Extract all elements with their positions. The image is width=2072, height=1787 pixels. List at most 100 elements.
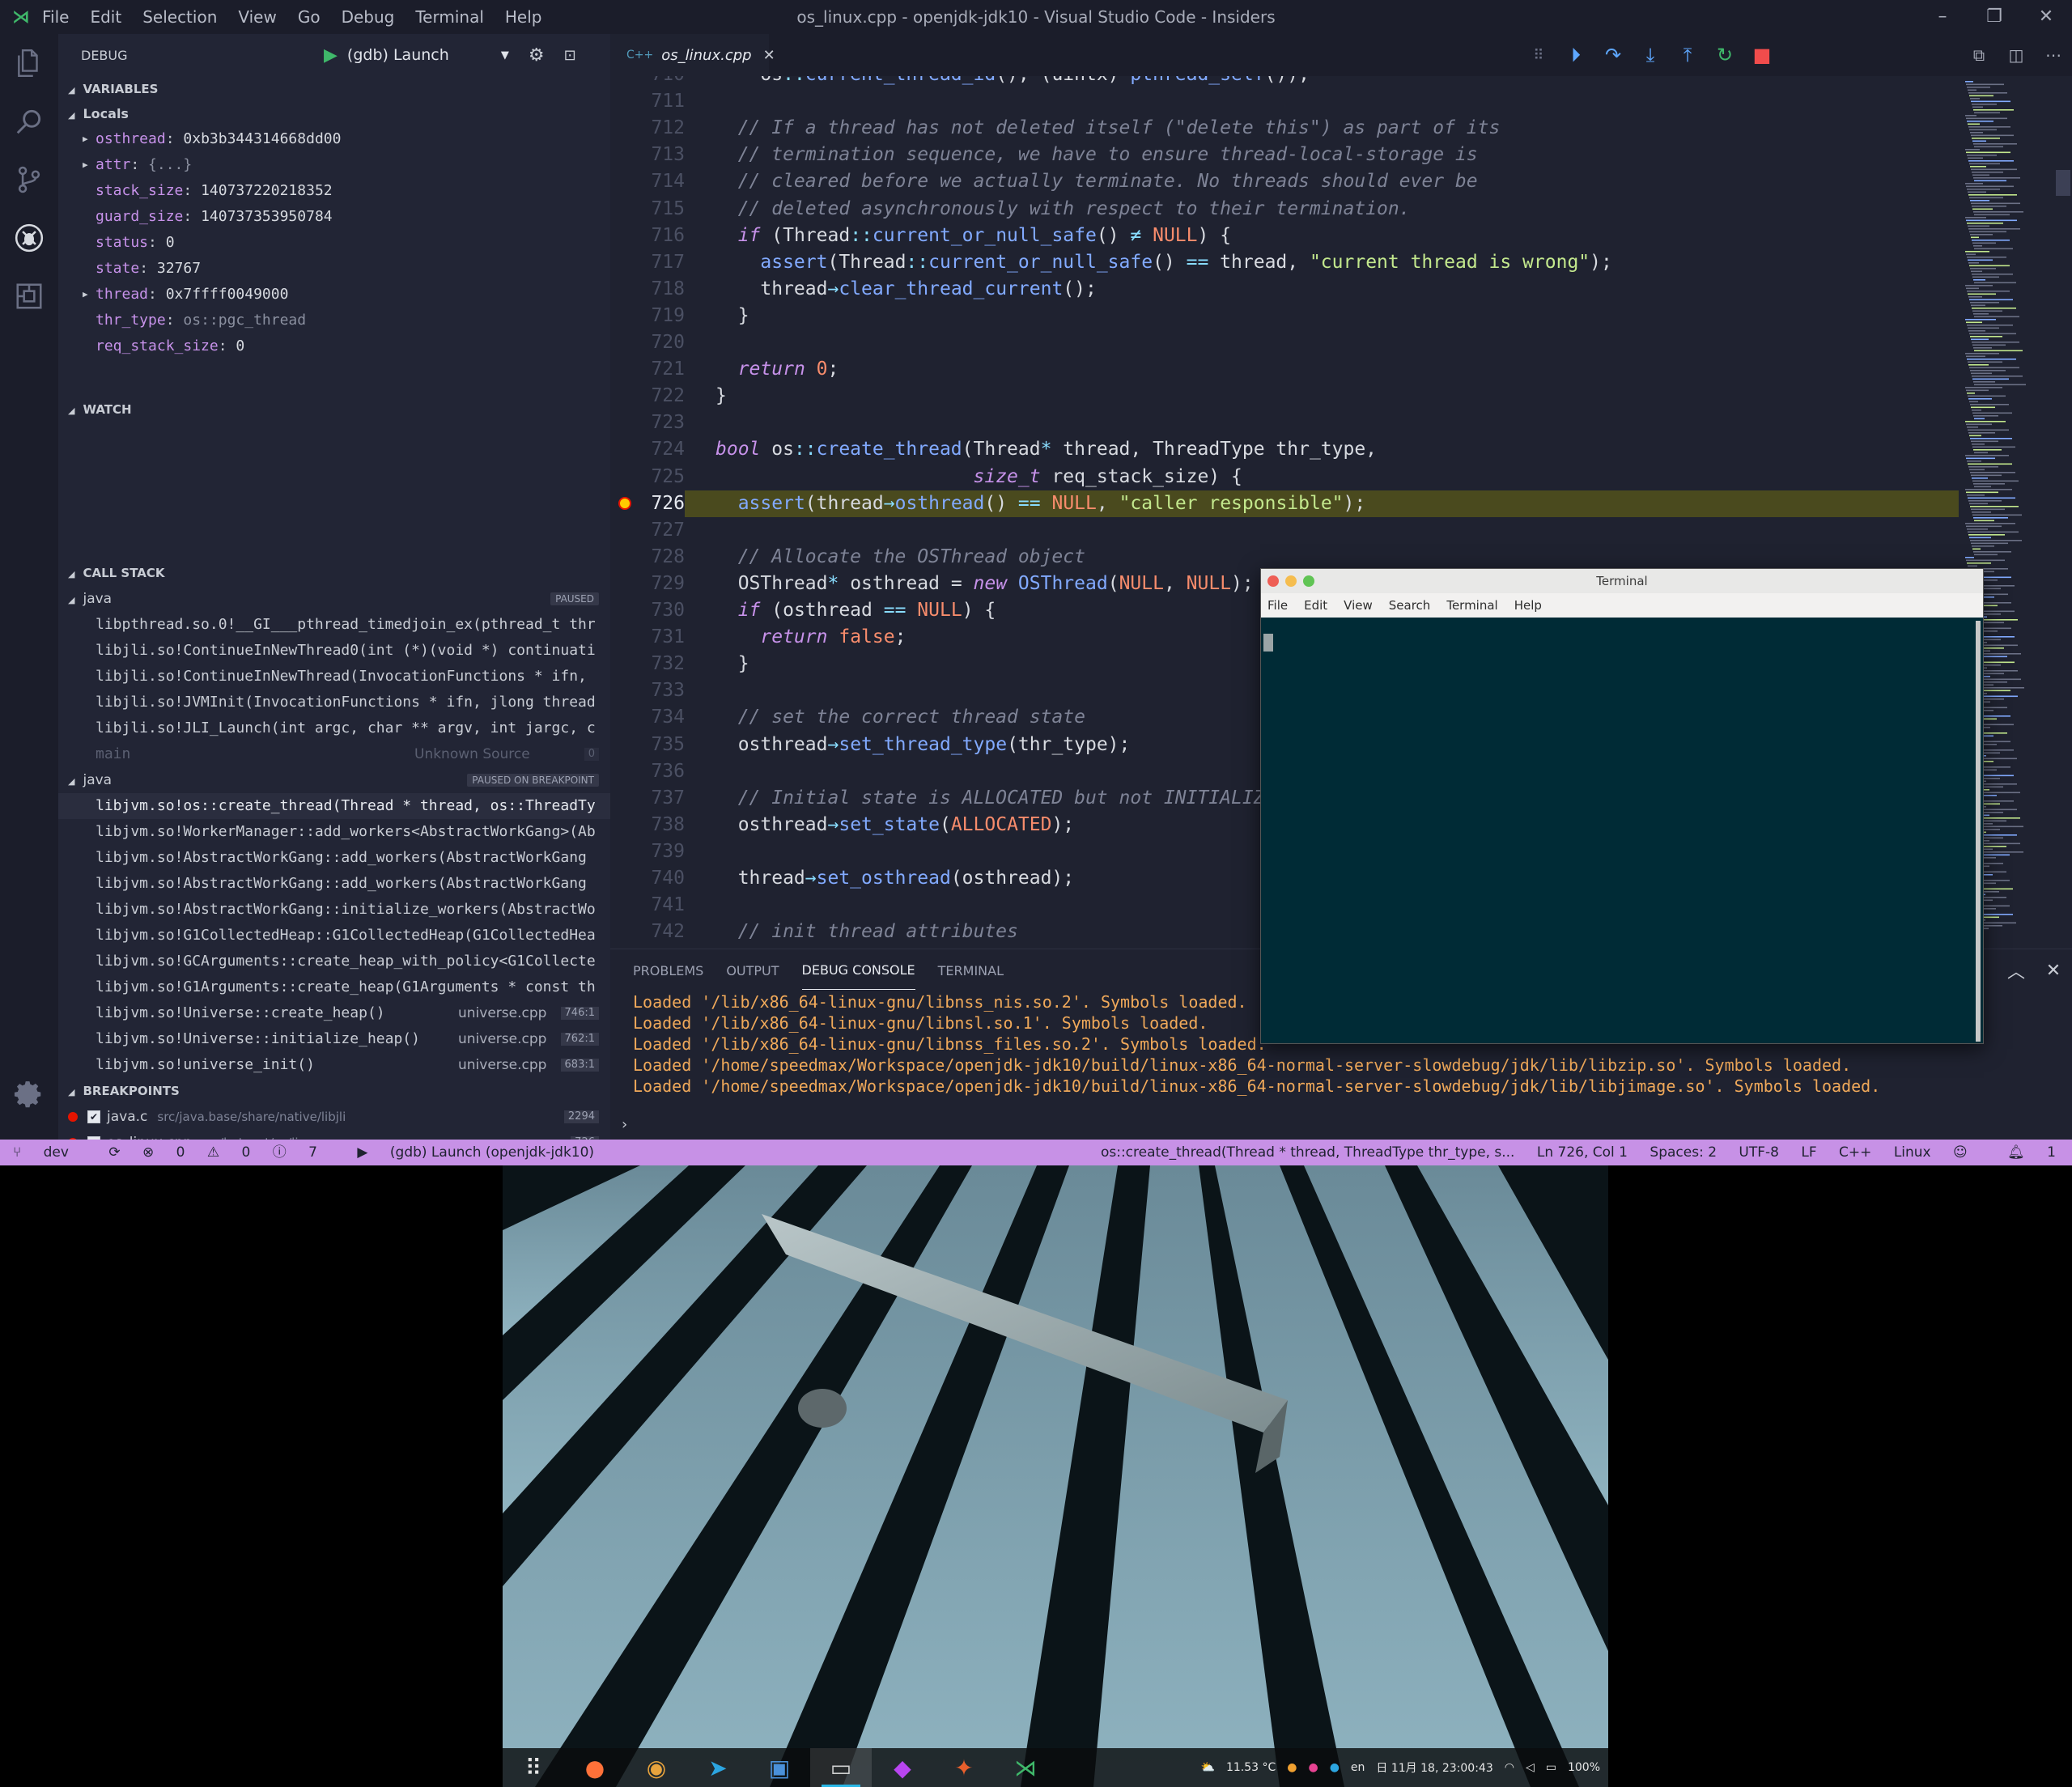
step-into-icon[interactable]: ⤓ (1632, 44, 1669, 66)
current-function[interactable]: os::create_thread(Thread * thread, Threa… (1101, 1144, 1515, 1161)
terminal-menu-file[interactable]: File (1267, 598, 1288, 613)
callstack-section-header[interactable]: ◢ CALL STACK (58, 560, 610, 586)
watch-section-header[interactable]: ◢ WATCH (58, 397, 610, 422)
restore-icon[interactable]: ❐ (1968, 0, 2020, 34)
platform[interactable]: Linux (1894, 1144, 1931, 1161)
code-line[interactable]: 718 thread→clear_thread_current(); (610, 276, 1959, 303)
stack-frame[interactable]: libjvm.so!GCArguments::create_heap_with_… (58, 949, 610, 974)
breakpoints-section-header[interactable]: ◢ BREAKPOINTS (58, 1078, 610, 1104)
close-tab-icon[interactable]: ✕ (763, 47, 775, 64)
volume-icon[interactable]: ◁ (1526, 1761, 1535, 1774)
minimize-icon[interactable]: – (1917, 0, 1968, 34)
variable-row[interactable]: ▶ attr: {...} (58, 152, 610, 178)
stop-icon[interactable]: ■ (1743, 44, 1781, 66)
taskbar-intellij[interactable]: ◆ (872, 1748, 933, 1787)
extensions-icon[interactable] (0, 267, 58, 325)
menu-item-help[interactable]: Help (505, 7, 542, 27)
wifi-icon[interactable]: ◠ (1505, 1761, 1514, 1774)
code-line[interactable]: 721 return 0; (610, 356, 1959, 383)
stack-frame[interactable]: libjvm.so!universe_init() universe.cpp 683… (58, 1052, 610, 1078)
problems-indicator[interactable]: ⊗ 0 ⚠ 0 ⓘ 7 (142, 1144, 335, 1161)
code-line[interactable]: 728 // Allocate the OSThread object (610, 544, 1959, 571)
stack-frame[interactable]: libjvm.so!Universe::initialize_heap() uni… (58, 1026, 610, 1052)
code-line[interactable]: 716 if (Thread::current_or_null_safe() ≠… (610, 223, 1959, 249)
stack-frame[interactable]: libjvm.so!Universe::create_heap() univers… (58, 1000, 610, 1026)
language-mode[interactable]: C++ (1839, 1144, 1871, 1161)
code-line[interactable]: 722} (610, 383, 1959, 410)
more-actions-icon[interactable]: ⋯ (2035, 45, 2072, 65)
menu-item-view[interactable]: View (238, 7, 276, 27)
menu-item-edit[interactable]: Edit (90, 7, 121, 27)
stack-frame[interactable]: libjli.so!ContinueInNewThread0(int (*)(v… (58, 638, 610, 664)
launch-config-select[interactable]: (gdb) Launch ▼ (347, 46, 509, 64)
minimap-slider[interactable] (2056, 170, 2070, 196)
code-line[interactable]: 724 bool os::create_thread(Thread* thread… (610, 436, 1959, 463)
variable-row[interactable]: thr_type: os::pgc_thread (58, 308, 610, 333)
code-line[interactable]: 726 assert(thread→osthread() == NULL, "c… (610, 490, 1959, 517)
restart-icon[interactable]: ↻ (1706, 44, 1743, 66)
terminal-scrollbar[interactable] (1976, 621, 1981, 1042)
breakpoint-checkbox[interactable]: ✔ (87, 1110, 100, 1123)
code-line[interactable]: 727 (610, 517, 1959, 544)
variable-row[interactable]: ▶ thread: 0x7ffff0049000 (58, 282, 610, 308)
variable-row[interactable]: req_stack_size: 0 (58, 333, 610, 359)
start-debugging-icon[interactable]: ▶ (324, 45, 338, 66)
close-icon[interactable]: ✕ (2020, 0, 2072, 34)
panel-tab-debug-console[interactable]: DEBUG CONSOLE (801, 951, 915, 990)
stack-frame[interactable]: libjli.so!ContinueInNewThread(Invocation… (58, 664, 610, 690)
menu-item-terminal[interactable]: Terminal (415, 7, 484, 27)
variable-row[interactable]: guard_size: 140737353950784 (58, 204, 610, 230)
stack-frame[interactable]: libjvm.so!G1Arguments::create_heap(G1Arg… (58, 974, 610, 1000)
stack-frame[interactable]: libpthread.so.0!__GI___pthread_timedjoin… (58, 612, 610, 638)
tab-os-linux-cpp[interactable]: C++ os_linux.cpp ✕ (610, 34, 775, 76)
telegram-tray-icon[interactable]: ● (1330, 1761, 1340, 1774)
stack-frame[interactable]: libjvm.so!AbstractWorkGang::add_workers(… (58, 871, 610, 897)
close-panel-icon[interactable]: ✕ (2035, 961, 2072, 981)
gear-icon[interactable]: ⚙ (529, 45, 545, 66)
color-picker-tray-icon[interactable]: ● (1308, 1761, 1318, 1774)
debug-session[interactable]: ▶ (gdb) Launch (openjdk-jdk10) (357, 1144, 612, 1161)
debug-console-icon[interactable]: ⊡ (564, 47, 576, 64)
split-editor-icon[interactable]: ◫ (1998, 45, 2035, 65)
sync-icon[interactable]: ⟳ (108, 1144, 120, 1161)
cursor-position[interactable]: Ln 726, Col 1 (1537, 1144, 1628, 1161)
indentation[interactable]: Spaces: 2 (1650, 1144, 1717, 1161)
code-line[interactable]: 710 os::current_thread_id(), (uintx) pth… (610, 76, 1959, 88)
stack-frame[interactable]: libjvm.so!WorkerManager::add_workers<Abs… (58, 819, 610, 845)
code-line[interactable]: 725 size_t req_stack_size) { (610, 464, 1959, 490)
terminal-menu-help[interactable]: Help (1514, 598, 1542, 613)
source-control-icon[interactable] (0, 151, 58, 209)
weather-icon[interactable]: ⛅ (1201, 1761, 1215, 1774)
terminal-window[interactable]: Terminal File Edit View Search Terminal Help (1260, 568, 1984, 1044)
open-changes-icon[interactable]: ⧉ (1960, 45, 1998, 65)
end-of-line[interactable]: LF (1801, 1144, 1816, 1161)
branch-indicator[interactable]: ⑂ dev (13, 1144, 87, 1161)
terminal-maximize-icon[interactable] (1303, 575, 1314, 587)
variables-section-header[interactable]: ◢ VARIABLES (58, 76, 610, 102)
encoding[interactable]: UTF-8 (1739, 1144, 1779, 1161)
code-line[interactable]: 719 } (610, 303, 1959, 329)
search-icon[interactable] (0, 92, 58, 151)
stack-frame[interactable]: libjvm.so!AbstractWorkGang::initialize_w… (58, 897, 610, 923)
variable-row[interactable]: ▶ osthread: 0xb3b344314668dd00 (58, 126, 610, 152)
panel-tab-problems[interactable]: PROBLEMS (633, 952, 703, 990)
breakpoint-item[interactable]: ✔ java.c src/java.base/share/native/libjli… (58, 1104, 610, 1130)
debug-icon[interactable] (0, 209, 58, 267)
temperature[interactable]: 11.53 °C (1226, 1761, 1276, 1774)
variable-row[interactable]: state: 32767 (58, 256, 610, 282)
code-line[interactable]: 713 // termination sequence, we have to … (610, 142, 1959, 168)
taskbar-apps-grid[interactable]: ⠿ (503, 1748, 564, 1787)
menu-item-go[interactable]: Go (298, 7, 321, 27)
terminal-titlebar[interactable]: Terminal (1261, 569, 1983, 593)
taskbar-files[interactable]: ▣ (749, 1748, 810, 1787)
locals-group[interactable]: ◢ Locals (58, 102, 610, 126)
code-line[interactable]: 723 (610, 410, 1959, 436)
variable-row[interactable]: stack_size: 140737220218352 (58, 178, 610, 204)
maximize-panel-icon[interactable]: ︿ (1998, 957, 2035, 983)
taskbar-chrome-dev[interactable]: ◉ (626, 1748, 687, 1787)
expand-triangle-icon[interactable]: ▶ (83, 126, 88, 152)
menu-item-selection[interactable]: Selection (142, 7, 217, 27)
drag-handle-icon[interactable]: ⠿ (1520, 47, 1557, 64)
console-input-prompt[interactable]: › (622, 1116, 627, 1133)
code-line[interactable]: 717 assert(Thread::current_or_null_safe(… (610, 249, 1959, 276)
